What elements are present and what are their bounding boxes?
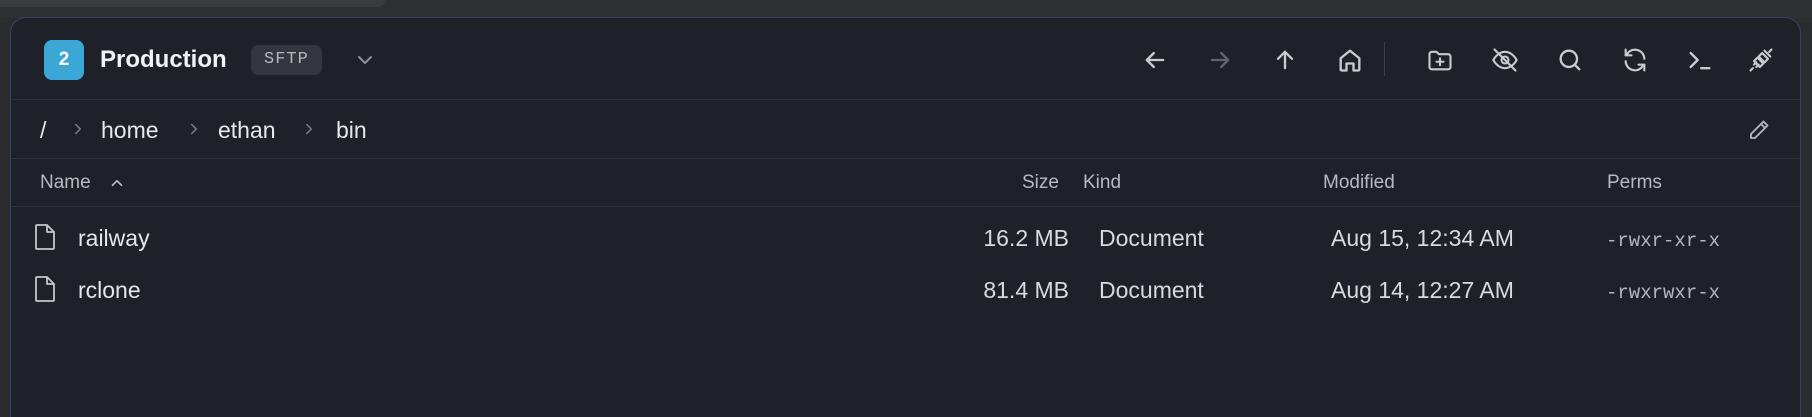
chevron-right-icon [185,120,203,138]
column-header-name[interactable]: Name [40,172,91,194]
column-header-kind[interactable]: Kind [1083,172,1121,194]
disconnect-icon[interactable] [1747,46,1775,74]
titlebar: 2 Production SFTP [11,18,1800,100]
pencil-icon[interactable] [1747,118,1771,142]
table-row[interactable]: railway 16.2 MB Document Aug 15, 12:34 A… [11,208,1800,260]
chevron-right-icon [300,120,318,138]
arrow-right-icon[interactable] [1206,46,1234,74]
home-icon[interactable] [1336,46,1364,74]
file-perms: -rwxrwxr-x [1606,282,1721,304]
breadcrumb-ethan[interactable]: ethan [218,116,276,144]
arrow-up-icon[interactable] [1271,46,1299,74]
breadcrumb-bin[interactable]: bin [336,116,367,144]
connection-name[interactable]: Production [100,45,227,75]
tab-edge [0,0,385,7]
table-header: Name Size Kind Modified Perms [11,159,1800,207]
terminal-icon[interactable] [1686,46,1714,74]
table-row[interactable]: rclone 81.4 MB Document Aug 14, 12:27 AM… [11,260,1800,312]
breadcrumb-home[interactable]: home [101,116,159,144]
file-icon [33,223,57,251]
file-modified: Aug 15, 12:34 AM [1331,225,1514,251]
file-size: 81.4 MB [983,277,1069,303]
connection-number-badge[interactable]: 2 [44,40,84,80]
sort-ascending-icon[interactable] [108,174,126,192]
column-header-perms[interactable]: Perms [1607,172,1662,194]
toolbar-divider [1384,42,1385,76]
protocol-badge: SFTP [251,45,322,75]
refresh-icon[interactable] [1621,46,1649,74]
column-header-size[interactable]: Size [1022,172,1059,194]
breadcrumb: / home ethan bin [11,100,1800,159]
arrow-left-icon[interactable] [1141,46,1169,74]
chevron-down-icon[interactable] [353,48,377,72]
file-list: railway 16.2 MB Document Aug 15, 12:34 A… [11,208,1800,312]
column-header-modified[interactable]: Modified [1323,172,1395,194]
file-icon [33,275,57,303]
app-top-strip [0,0,1812,18]
breadcrumb-root[interactable]: / [40,116,46,144]
hidden-files-icon[interactable] [1491,46,1519,74]
file-name: railway [78,225,150,251]
file-size: 16.2 MB [983,225,1069,251]
search-icon[interactable] [1556,46,1584,74]
file-perms: -rwxr-xr-x [1606,230,1721,252]
file-kind: Document [1099,277,1204,303]
chevron-right-icon [69,120,87,138]
file-browser-window: 2 Production SFTP / home ethan bin Name … [10,17,1801,417]
file-name: rclone [78,277,141,303]
new-folder-icon[interactable] [1426,46,1454,74]
file-kind: Document [1099,225,1204,251]
file-modified: Aug 14, 12:27 AM [1331,277,1514,303]
